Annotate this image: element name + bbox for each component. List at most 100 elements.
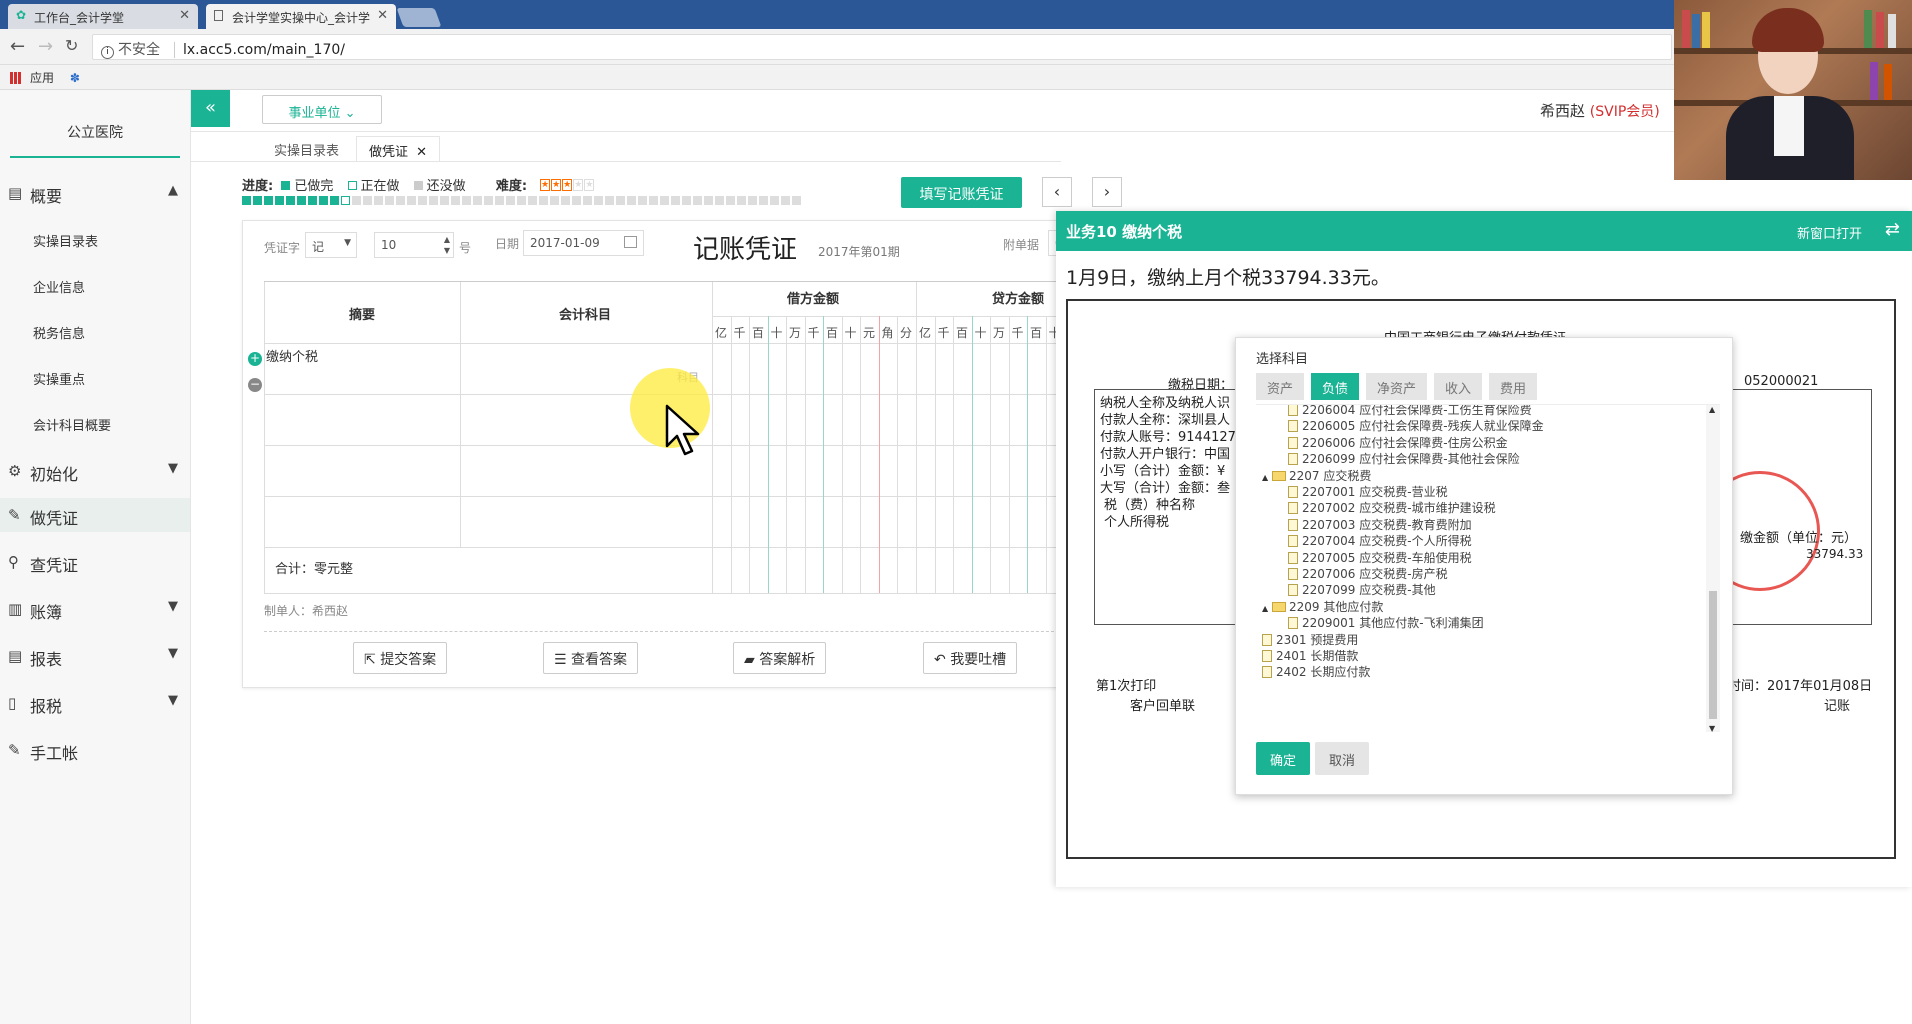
baidu-icon[interactable]: ✽ [70,71,80,85]
tree-item[interactable]: 2207004 应交税费-个人所得税 [1288,532,1472,548]
sidebar-sub-keypoints[interactable]: 实操重点 [33,369,85,388]
tree-item[interactable]: 2207006 应交税费-房产税 [1288,565,1448,581]
feedback-button[interactable]: ↶ 我要吐槽 [923,642,1018,674]
info-icon[interactable]: i [101,46,114,59]
sidebar-item-tax-filing[interactable]: ▯ 报税 ▼ [0,686,190,720]
add-row-icon[interactable]: + [248,352,262,366]
progress-step[interactable] [385,196,394,205]
tree-item[interactable]: 2206004 应付社会保障费-工伤生育保险费 [1288,405,1532,417]
sidebar-item-check-voucher[interactable]: ⚲ 查凭证 [0,545,190,579]
tree-item[interactable]: 2209001 其他应付款-飞利浦集团 [1288,614,1484,630]
tree-item[interactable]: 2206006 应付社会保障费-住房公积金 [1288,434,1508,450]
sidebar-item-ledger[interactable]: ▥ 账簿 ▼ [0,592,190,626]
progress-step[interactable] [451,196,460,205]
tree-item[interactable]: 2207005 应交税费-车船使用税 [1288,549,1472,565]
tree-item[interactable]: 2207001 应交税费-营业税 [1288,483,1448,499]
progress-step[interactable] [583,196,592,205]
reload-icon[interactable]: ↻ [65,36,78,55]
progress-step[interactable] [539,196,548,205]
open-new-window-link[interactable]: 新窗口打开 [1797,223,1862,242]
stepper-arrows-icon[interactable]: ▲ ▼ [444,234,450,256]
progress-step[interactable] [638,196,647,205]
progress-step[interactable] [517,196,526,205]
sidebar-item-init[interactable]: ⚙ 初始化 ▼ [0,454,190,488]
progress-step[interactable] [363,196,372,205]
progress-step[interactable] [737,196,746,205]
tree-item[interactable]: 2206099 应付社会保障费-其他社会保险 [1288,450,1520,466]
progress-step[interactable] [352,196,361,205]
progress-step[interactable] [242,196,251,205]
progress-step[interactable] [418,196,427,205]
collapse-sidebar-button[interactable]: « [191,90,230,127]
close-icon[interactable]: ✕ [416,145,427,160]
next-button[interactable]: › [1092,177,1122,207]
answer-analysis-button[interactable]: ▰ 答案解析 [733,642,827,674]
progress-step[interactable] [605,196,614,205]
tab-liabilities[interactable]: 负债 [1311,373,1360,400]
swap-icon[interactable]: ⇄ [1885,219,1900,240]
tree-item[interactable]: 2207099 应交税费-其他 [1288,581,1436,597]
progress-step[interactable] [462,196,471,205]
url-field[interactable]: i 不安全 lx.acc5.com/main_170/ [92,34,1672,60]
progress-step[interactable] [319,196,328,205]
tab-net-assets[interactable]: 净资产 [1366,373,1428,400]
user-info[interactable]: 希西赵 (SVIP会员) [1540,100,1660,121]
progress-step[interactable] [616,196,625,205]
progress-step[interactable] [748,196,757,205]
progress-step[interactable] [506,196,515,205]
close-icon[interactable]: ✕ [179,8,190,23]
back-icon[interactable]: ← [10,36,25,57]
scroll-down-icon[interactable]: ▼ [1709,724,1715,732]
progress-step[interactable] [715,196,724,205]
progress-step[interactable] [286,196,295,205]
progress-step[interactable] [594,196,603,205]
tab-income[interactable]: 收入 [1434,373,1483,400]
progress-step[interactable] [682,196,691,205]
tab-make-voucher[interactable]: 做凭证 ✕ [356,136,441,162]
fill-voucher-button[interactable]: 填写记账凭证 [901,177,1022,208]
expand-toggle-icon[interactable]: ▲ [1262,604,1272,613]
tab-catalog[interactable]: 实操目录表 [262,136,351,162]
progress-step[interactable] [330,196,339,205]
progress-step[interactable] [308,196,317,205]
progress-step[interactable] [374,196,383,205]
apps-grid-icon[interactable] [10,72,22,84]
sidebar-item-make-voucher[interactable]: ✎ 做凭证 [0,498,190,532]
progress-step[interactable] [660,196,669,205]
scroll-thumb[interactable] [1709,591,1717,719]
tab-expense[interactable]: 费用 [1489,373,1538,400]
bookmark-apps[interactable]: 应用 [30,71,54,85]
expand-toggle-icon[interactable]: ▲ [1262,473,1272,482]
scrollbar[interactable]: ▲ ▼ [1706,405,1720,732]
scroll-up-icon[interactable]: ▲ [1709,405,1715,414]
tab-assets[interactable]: 资产 [1256,373,1305,400]
progress-step[interactable] [561,196,570,205]
progress-step[interactable] [781,196,790,205]
confirm-button[interactable]: 确定 [1256,742,1310,775]
progress-step[interactable] [649,196,658,205]
sidebar-item-overview[interactable]: ▤ 概要 ▲ [0,176,190,210]
tree-folder[interactable]: ▲ 2209 其他应付款 [1262,598,1383,614]
date-field[interactable]: 2017-01-09 [523,230,644,256]
progress-step[interactable] [726,196,735,205]
progress-step[interactable] [396,196,405,205]
close-icon[interactable]: ✕ [377,8,388,23]
submit-answer-button[interactable]: ⇱ 提交答案 [353,642,448,674]
progress-step[interactable] [495,196,504,205]
sidebar-sub-tax[interactable]: 税务信息 [33,323,85,342]
tree-item[interactable]: 2401 长期借款 [1262,647,1358,663]
progress-step[interactable] [264,196,273,205]
forward-icon[interactable]: → [38,36,53,57]
progress-step[interactable] [440,196,449,205]
progress-step[interactable] [704,196,713,205]
sidebar-sub-company[interactable]: 企业信息 [33,277,85,296]
view-answer-button[interactable]: ☰ 查看答案 [543,642,639,674]
browser-tab-practice[interactable]: 会计学堂实操中心_会计学 ✕ [206,4,396,29]
progress-step[interactable] [297,196,306,205]
progress-step[interactable] [572,196,581,205]
sidebar-sub-accounts[interactable]: 会计科目概要 [33,415,111,434]
cancel-button[interactable]: 取消 [1315,742,1369,775]
progress-step[interactable] [341,196,350,205]
tree-item[interactable]: 2207003 应交税费-教育费附加 [1288,516,1472,532]
unit-type-select[interactable]: 事业单位 ⌄ [262,95,382,124]
